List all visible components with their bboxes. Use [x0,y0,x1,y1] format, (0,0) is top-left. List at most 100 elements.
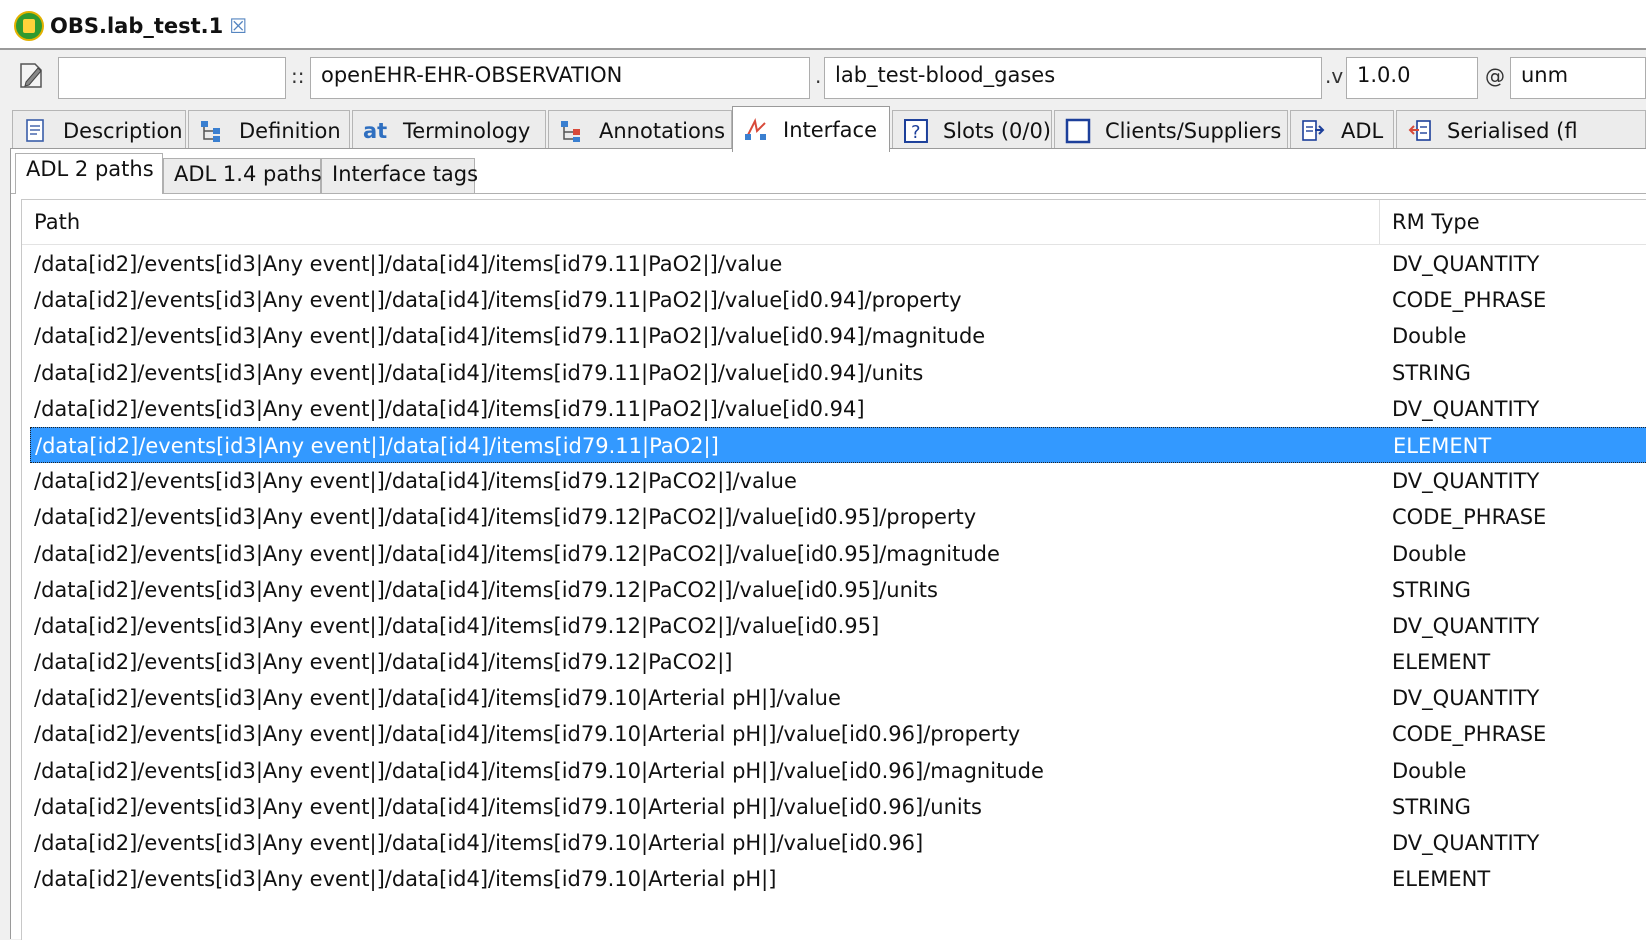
table-row[interactable]: /data[id2]/events[id3|Any event|]/data[i… [30,499,1646,535]
path-cell: /data[id2]/events[id3|Any event|]/data[i… [34,686,841,711]
rm-type-cell: Double [1392,758,1467,783]
serialised-icon [1408,119,1431,141]
terminology-icon: at [363,118,388,143]
table-row[interactable]: /data[id2]/events[id3|Any event|]/data[i… [30,426,1646,464]
tab-serialised[interactable]: Serialised (fl [1396,110,1646,150]
table-row[interactable]: /data[id2]/events[id3|Any event|]/data[i… [30,644,1646,680]
document-tab[interactable]: OBS.lab_test.1 ☒ [6,4,256,48]
rm-type-cell: ELEMENT [1392,867,1491,892]
rm-type-cell: DV_QUANTITY [1392,396,1540,421]
column-header-rm-type[interactable]: RM Type [1392,210,1480,234]
table-row[interactable]: /data[id2]/events[id3|Any event|]/data[i… [30,391,1646,427]
annotations-icon [561,120,580,142]
tab-adl14-paths[interactable]: ADL 1.4 paths [163,158,322,194]
rm-type-cell: Double [1392,541,1467,566]
concept-field[interactable]: lab_test-blood_gases [824,57,1322,99]
tab-label: Description [63,118,183,143]
tab-adl[interactable]: ADL [1290,110,1394,150]
tab-description[interactable]: Description [12,110,186,150]
table-row[interactable]: /data[id2]/events[id3|Any event|]/data[i… [30,463,1646,499]
status-field[interactable]: unm [1510,57,1646,99]
table-row[interactable]: /data[id2]/events[id3|Any event|]/data[i… [30,608,1646,644]
rm-type-cell: DV_QUANTITY [1392,613,1540,638]
rm-type-cell: CODE_PHRASE [1392,288,1547,313]
path-cell: /data[id2]/events[id3|Any event|]/data[i… [34,722,1021,747]
table-row[interactable]: /data[id2]/events[id3|Any event|]/data[i… [30,861,1646,897]
rm-type-cell: ELEMENT [1392,650,1491,675]
definition-tree-icon [201,120,220,142]
tab-terminology[interactable]: at Terminology [352,110,546,150]
rm-type-cell: STRING [1392,360,1471,385]
rm-type-cell: CODE_PHRASE [1392,505,1547,530]
column-header-path[interactable]: Path [34,210,80,234]
tab-label: ADL [1341,118,1384,143]
version-separator: .v [1325,64,1344,88]
table-row[interactable]: /data[id2]/events[id3|Any event|]/data[i… [30,355,1646,391]
path-cell: /data[id2]/events[id3|Any event|]/data[i… [34,469,797,494]
table-row[interactable]: /data[id2]/events[id3|Any event|]/data[i… [30,753,1646,789]
table-row[interactable]: /data[id2]/events[id3|Any event|]/data[i… [30,789,1646,825]
tab-label: Terminology [403,118,531,143]
path-cell: /data[id2]/events[id3|Any event|]/data[i… [34,650,733,675]
tab-label: Slots (0/0) [942,118,1051,143]
rm-type-cell: DV_QUANTITY [1392,686,1540,711]
path-cell: /data[id2]/events[id3|Any event|]/data[i… [34,577,938,602]
table-row[interactable]: /data[id2]/events[id3|Any event|]/data[i… [30,318,1646,354]
tab-interface[interactable]: Interface [732,106,890,152]
table-header: Path RM Type [22,200,1646,245]
clients-suppliers-icon [1065,118,1091,143]
path-cell: /data[id2]/events[id3|Any event|]/data[i… [34,831,924,855]
tab-adl2-paths[interactable]: ADL 2 paths [15,153,163,194]
table-row[interactable]: /data[id2]/events[id3|Any event|]/data[i… [30,282,1646,318]
view-tabs: Description Definition at Terminology An… [0,106,1646,152]
path-cell: /data[id2]/events[id3|Any event|]/data[i… [34,867,777,892]
rm-type-cell: STRING [1392,794,1471,819]
tab-label: Clients/Suppliers [1105,118,1282,143]
slots-help-icon: ? [903,118,928,142]
path-cell: /data[id2]/events[id3|Any event|]/data[i… [34,613,880,638]
table-row[interactable]: /data[id2]/events[id3|Any event|]/data[i… [30,536,1646,572]
description-icon [26,118,44,142]
table-row[interactable]: /data[id2]/events[id3|Any event|]/data[i… [30,825,1646,861]
path-cell: /data[id2]/events[id3|Any event|]/data[i… [35,433,719,458]
path-cell: /data[id2]/events[id3|Any event|]/data[i… [34,541,1000,566]
sub-tab-divider [11,193,1646,194]
tab-interface-tags[interactable]: Interface tags [321,158,478,194]
paths-table[interactable]: Path RM Type /data[id2]/events[id3|Any e… [21,199,1646,940]
archetype-id-toolbar: :: openEHR-EHR-OBSERVATION . lab_test-bl… [0,50,1646,106]
table-row[interactable]: /data[id2]/events[id3|Any event|]/data[i… [30,716,1646,752]
rm-type-cell: STRING [1392,577,1471,602]
table-row[interactable]: /data[id2]/events[id3|Any event|]/data[i… [30,572,1646,608]
close-icon[interactable]: ☒ [229,14,247,38]
svg-text:?: ? [911,121,921,142]
namespace-field[interactable] [58,57,286,99]
path-cell: /data[id2]/events[id3|Any event|]/data[i… [34,758,1044,783]
document-tab-title: OBS.lab_test.1 [50,14,224,38]
tab-label: Annotations [599,118,726,143]
tab-clients-suppliers[interactable]: Clients/Suppliers [1054,110,1288,150]
tab-definition[interactable]: Definition [188,110,350,150]
column-divider[interactable] [1379,200,1380,244]
rm-type-field[interactable]: openEHR-EHR-OBSERVATION [310,57,810,99]
table-row[interactable]: /data[id2]/events[id3|Any event|]/data[i… [30,680,1646,716]
concept-separator: . [815,64,822,88]
namespace-separator: :: [291,64,305,88]
rm-type-cell: CODE_PHRASE [1392,722,1547,747]
tab-slots[interactable]: ? Slots (0/0) [892,110,1052,150]
editor-tab-bar: OBS.lab_test.1 ☒ [0,0,1646,50]
archetype-icon [14,11,44,41]
table-row[interactable]: /data[id2]/events[id3|Any event|]/data[i… [30,246,1646,282]
adl-icon [1302,119,1325,141]
path-cell: /data[id2]/events[id3|Any event|]/data[i… [34,324,986,349]
path-cell: /data[id2]/events[id3|Any event|]/data[i… [34,288,962,313]
rm-type-cell: Double [1392,324,1467,349]
version-field[interactable]: 1.0.0 [1346,57,1478,99]
tab-annotations[interactable]: Annotations [548,110,732,150]
tab-label: Definition [239,118,341,143]
tab-label: Interface [783,117,878,142]
interface-icon [745,117,766,140]
tab-label: Serialised (fl [1447,118,1578,143]
path-cell: /data[id2]/events[id3|Any event|]/data[i… [34,396,865,421]
edit-document-icon[interactable] [18,60,44,90]
rm-type-cell: DV_QUANTITY [1392,831,1540,855]
